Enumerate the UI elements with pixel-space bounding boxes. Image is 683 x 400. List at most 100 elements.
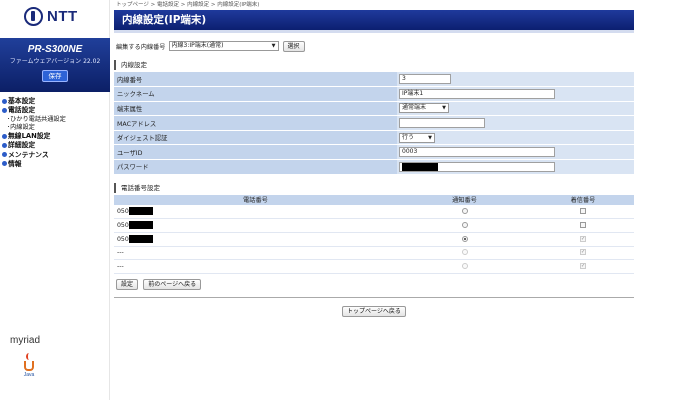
page-title: 内線設定(IP端末) <box>114 10 634 30</box>
redacted-block <box>402 162 438 171</box>
sidebar-item-basic-settings[interactable]: 基本設定 <box>2 97 66 106</box>
chevron-down-icon: ▼ <box>428 134 432 141</box>
ntt-logo[interactable]: NTT <box>24 7 78 26</box>
bullet-icon <box>2 161 7 167</box>
sidebar-item-advanced[interactable]: 詳細設定 <box>2 141 66 150</box>
bullet-icon <box>2 152 7 158</box>
field-label: ダイジェスト認証 <box>114 130 397 146</box>
phone-number: 050 <box>117 208 129 216</box>
logo-text: NTT <box>47 8 78 25</box>
field-label: 端末属性 <box>114 101 397 117</box>
sidebar-item-phone-settings[interactable]: 電話設定 <box>2 106 66 115</box>
firmware-number: 22.02 <box>83 58 101 65</box>
extension-settings-table: 内線番号 3 ニックネーム IP端末1 端末属性 通常端末 ▼ MACアドレス … <box>114 72 634 175</box>
table-row: 050 <box>114 204 634 219</box>
title-underline <box>114 30 634 33</box>
table-header-row: 電話番号 通知番号 着信番号 <box>114 194 634 205</box>
bullet-icon <box>2 133 7 139</box>
extension-number-input[interactable]: 3 <box>399 74 451 85</box>
redacted-block <box>128 221 153 230</box>
table-row: --- ✓ <box>114 246 634 261</box>
field-row-extension-number: 内線番号 3 <box>114 72 634 88</box>
sidebar: NTT PR-S300NE ファームウェアバージョン 22.02 保存 基本設定… <box>0 0 110 400</box>
sidebar-item-hikari-common[interactable]: ･ひかり電話共通設定 <box>2 116 66 124</box>
digest-auth-select[interactable]: 行う ▼ <box>399 132 435 143</box>
column-header-incoming-number: 着信番号 <box>532 194 634 205</box>
extension-select-row: 編集する内線番号 内線3:IP端末(通常) ▼ 選択 <box>114 40 634 52</box>
bullet-icon <box>2 107 7 113</box>
java-logo: Java <box>22 353 36 378</box>
field-label: MACアドレス <box>114 115 397 131</box>
ntt-logo-icon <box>24 7 43 26</box>
incoming-checkbox[interactable] <box>580 221 586 228</box>
redacted-block <box>128 235 153 244</box>
myriad-logo: myriad <box>10 335 41 346</box>
bullet-icon <box>2 98 7 104</box>
table-row: 050 <box>114 218 634 233</box>
extension-select-label: 編集する内線番号 <box>116 43 166 51</box>
password-input[interactable] <box>399 161 555 172</box>
field-row-password: パスワード <box>114 159 634 175</box>
field-label: パスワード <box>114 159 397 175</box>
java-cup-icon <box>24 361 34 371</box>
notify-radio[interactable] <box>461 221 468 228</box>
field-row-nickname: ニックネーム IP端末1 <box>114 86 634 102</box>
sidebar-item-extension-settings[interactable]: ･内線設定 <box>2 124 66 132</box>
field-row-digest-auth: ダイジェスト認証 行う ▼ <box>114 130 634 146</box>
model-name: PR-S300NE <box>27 44 83 55</box>
phone-number: --- <box>114 259 397 275</box>
divider <box>114 297 634 299</box>
java-steam-icon <box>26 353 32 360</box>
user-id-input[interactable]: 0003 <box>399 147 555 158</box>
sidebar-item-wireless-lan[interactable]: 無線LAN設定 <box>2 132 66 141</box>
phone-number-table: 電話番号 通知番号 着信番号 050 050 050 ✓ --- ✓ --- ✓ <box>114 194 634 275</box>
nickname-input[interactable]: IP端末1 <box>399 88 555 99</box>
chevron-down-icon: ▼ <box>271 43 276 49</box>
sidebar-menu: 基本設定 電話設定 ･ひかり電話共通設定 ･内線設定 無線LAN設定 詳細設定 … <box>2 97 66 169</box>
breadcrumb: トップページ > 電話設定 > 内線設定 > 内線設定(IP端末) <box>116 2 260 8</box>
top-page-button[interactable]: トップページへ戻る <box>342 306 406 318</box>
column-header-phone-number: 電話番号 <box>114 194 397 205</box>
field-row-mac-address: MACアドレス <box>114 115 634 131</box>
back-button[interactable]: 前のページへ戻る <box>143 279 202 291</box>
extension-number-select[interactable]: 内線3:IP端末(通常) ▼ <box>168 41 279 51</box>
incoming-checkbox-checked: ✓ <box>580 263 586 270</box>
firmware-label: ファームウェアバージョン <box>9 58 82 65</box>
table-row: 050 ✓ <box>114 232 634 247</box>
incoming-checkbox-checked: ✓ <box>580 249 586 256</box>
apply-button[interactable]: 設定 <box>116 279 139 291</box>
extension-section-title: 内線設定 <box>114 60 634 70</box>
terminal-attribute-select[interactable]: 通常端末 ▼ <box>399 103 449 114</box>
table-row: --- ✓ <box>114 259 634 275</box>
notify-radio-disabled <box>461 249 468 256</box>
bullet-icon <box>2 142 7 148</box>
sidebar-item-maintenance[interactable]: メンテナンス <box>2 151 66 160</box>
phone-number: --- <box>114 246 397 261</box>
redacted-block <box>128 207 153 216</box>
firmware-version: ファームウェアバージョン 22.02 <box>0 56 110 65</box>
sidebar-item-info[interactable]: 情報 <box>2 160 66 169</box>
mac-address-input[interactable] <box>399 118 485 129</box>
notify-radio-disabled <box>461 263 468 270</box>
phone-section-title: 電話番号設定 <box>114 182 634 193</box>
action-buttons: 設定 前のページへ戻る <box>114 279 634 291</box>
field-label: 内線番号 <box>114 72 397 88</box>
field-label: ニックネーム <box>114 86 397 102</box>
phone-number: 050 <box>117 222 129 230</box>
model-info-panel: PR-S300NE ファームウェアバージョン 22.02 保存 <box>0 38 110 92</box>
java-label: Java <box>23 372 35 378</box>
select-button[interactable]: 選択 <box>282 40 305 52</box>
field-label: ユーザID <box>114 144 397 161</box>
save-button[interactable]: 保存 <box>42 70 68 82</box>
phone-number: 050 <box>117 236 129 244</box>
field-row-terminal-attribute: 端末属性 通常端末 ▼ <box>114 101 634 117</box>
incoming-checkbox-checked: ✓ <box>580 235 586 242</box>
column-header-notify-number: 通知番号 <box>397 194 532 205</box>
notify-radio-selected[interactable] <box>461 235 468 242</box>
chevron-down-icon: ▼ <box>442 105 446 112</box>
incoming-checkbox[interactable] <box>580 207 586 214</box>
notify-radio[interactable] <box>461 207 468 214</box>
field-row-user-id: ユーザID 0003 <box>114 144 634 161</box>
top-page-button-row: トップページへ戻る <box>114 306 634 318</box>
main-content: トップページ > 電話設定 > 内線設定 > 内線設定(IP端末) 内線設定(I… <box>114 0 634 318</box>
